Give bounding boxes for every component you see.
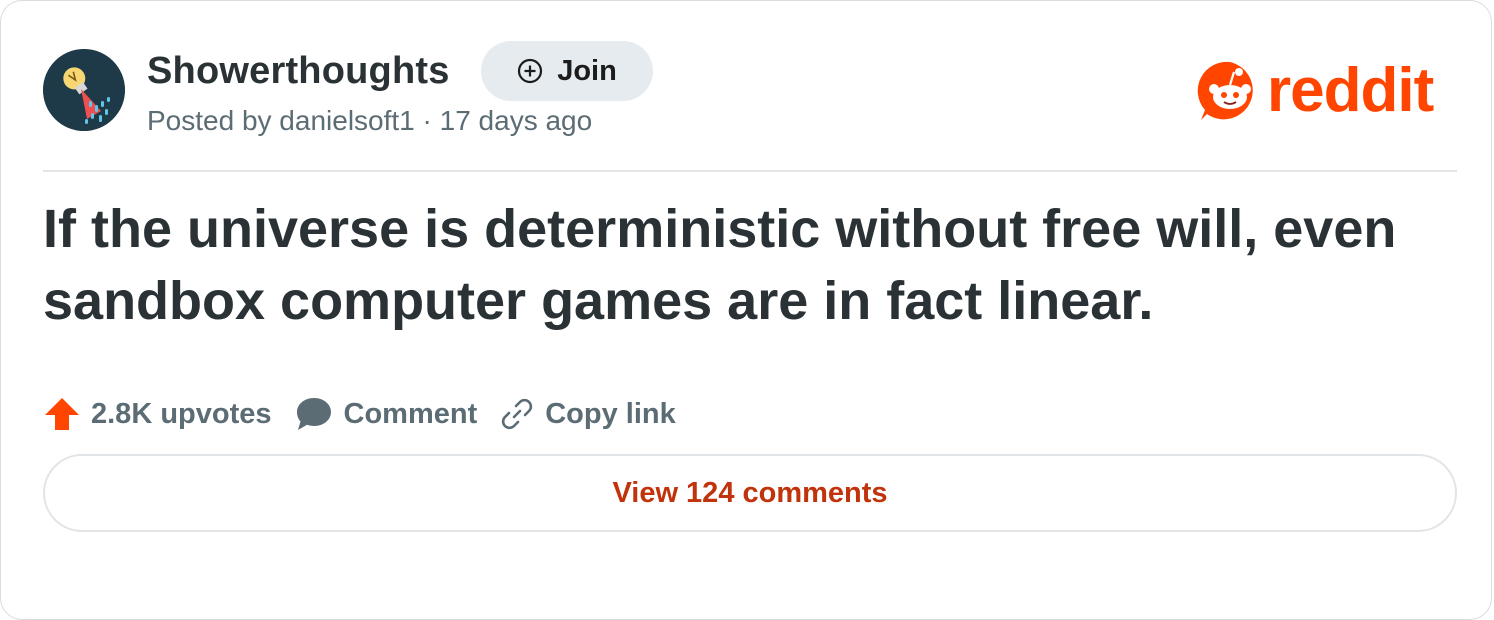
subreddit-name[interactable]: Showerthoughts: [147, 47, 450, 95]
view-comments-label: View 124 comments: [612, 476, 888, 509]
plus-circle-icon: [518, 58, 543, 84]
reddit-logo[interactable]: reddit: [1197, 56, 1434, 125]
upvote-arrow-icon: [45, 398, 79, 430]
upvote-button[interactable]: 2.8K upvotes: [43, 395, 272, 433]
copy-link-label: Copy link: [545, 397, 676, 430]
lightbulb-shower-icon: [43, 49, 125, 131]
view-comments-button[interactable]: View 124 comments: [43, 454, 1457, 532]
join-label: Join: [557, 54, 617, 87]
comment-bubble-icon: [296, 398, 331, 430]
header-divider: [43, 170, 1457, 172]
upvote-count: 2.8K upvotes: [91, 397, 272, 430]
post-title[interactable]: If the universe is deterministic without…: [43, 193, 1443, 337]
link-icon: [502, 398, 533, 430]
post-card: Showerthoughts Join Posted by danielsoft…: [0, 0, 1492, 620]
comment-label: Comment: [343, 397, 478, 430]
join-button[interactable]: Join: [481, 41, 653, 101]
copy-link-button[interactable]: Copy link: [499, 396, 676, 432]
subreddit-avatar[interactable]: [43, 49, 125, 131]
post-actions: 2.8K upvotes Comment Copy link: [43, 391, 698, 437]
reddit-wordmark: reddit: [1267, 56, 1434, 125]
reddit-snoo-icon: [1197, 61, 1253, 120]
post-meta: Posted by danielsoft1 · 17 days ago: [147, 105, 593, 136]
comment-button[interactable]: Comment: [294, 395, 478, 433]
